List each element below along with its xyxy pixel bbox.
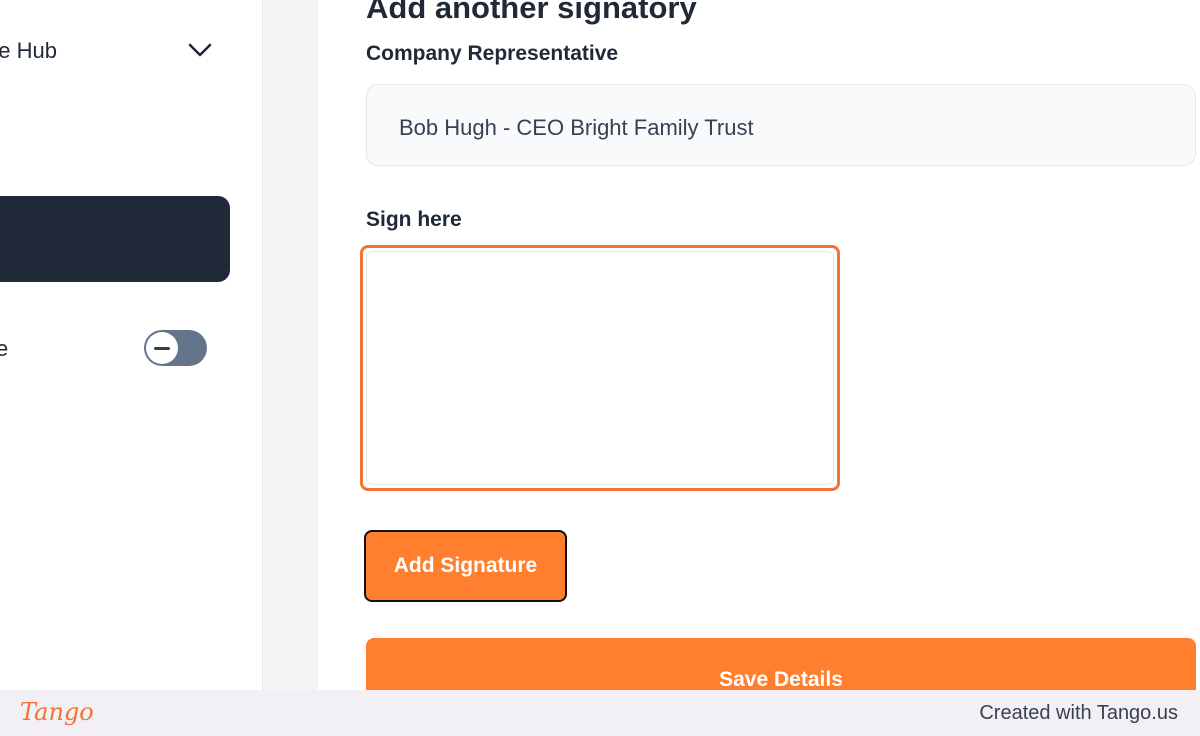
toggle-switch[interactable] [144, 330, 207, 366]
main-content: Add another signatory Company Representa… [318, 0, 1200, 728]
page-title: Add another signatory [366, 0, 697, 25]
sidebar-toggle-label: e [0, 336, 8, 362]
minus-icon [154, 346, 170, 350]
sign-here-label: Sign here [366, 208, 462, 231]
company-representative-field[interactable]: Bob Hugh - CEO Bright Family Trust [366, 84, 1196, 166]
toggle-knob [146, 332, 178, 364]
company-representative-label: Company Representative [366, 42, 619, 65]
footer: Tango Created with Tango.us [0, 690, 1200, 736]
sidebar: ge Hub e [0, 0, 263, 690]
footer-credit: Created with Tango.us [979, 702, 1178, 724]
signature-pad-highlight [360, 245, 840, 491]
add-signature-button[interactable]: Add Signature [364, 530, 567, 602]
company-representative-value: Bob Hugh - CEO Bright Family Trust [399, 115, 754, 140]
tango-logo: Tango [20, 698, 94, 726]
signature-pad[interactable] [366, 251, 834, 485]
chevron-down-icon[interactable] [186, 38, 214, 62]
sidebar-item-active[interactable] [0, 196, 230, 282]
sidebar-item-hub-label[interactable]: ge Hub [0, 38, 57, 64]
